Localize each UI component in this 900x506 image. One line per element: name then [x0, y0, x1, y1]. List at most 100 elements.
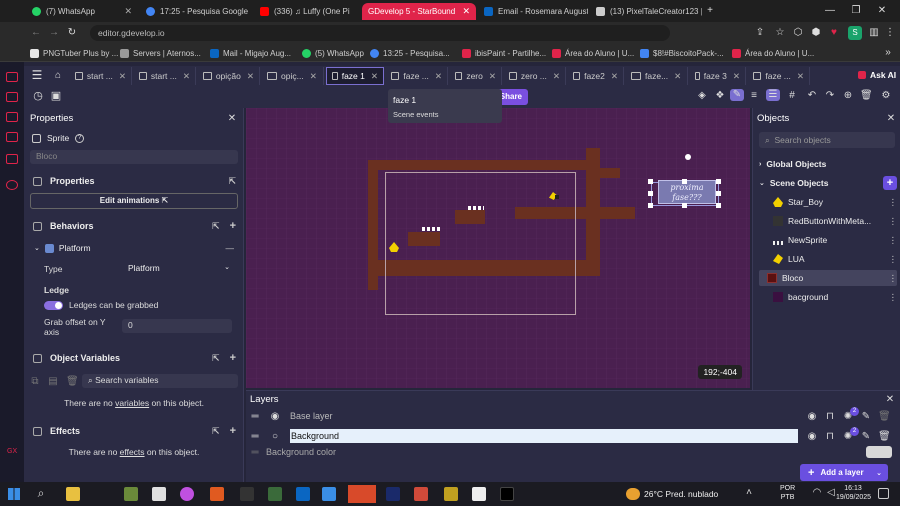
menu-kebab-icon[interactable]: ⋮ [889, 292, 898, 303]
grid-icon[interactable]: # [786, 90, 798, 102]
edit-icon[interactable]: ✎ [860, 411, 872, 423]
chevron-down-icon[interactable]: ⌄ [34, 244, 40, 252]
effects-link[interactable]: effects [120, 447, 145, 457]
tab-zero-events[interactable]: zero ... ✕ [504, 67, 566, 85]
behavior-platform-row[interactable]: ⌄ Platform — [34, 243, 234, 253]
ledge-toggle[interactable] [44, 300, 63, 310]
spike-object[interactable] [468, 206, 484, 210]
browser-tab-youtube[interactable]: (336) ♫ Luffy (One Pi [254, 3, 360, 20]
tab-faze2[interactable]: faze2 ✕ [568, 67, 624, 85]
redo-icon[interactable]: ↷ [824, 90, 836, 102]
drag-handle-icon[interactable]: ═ [250, 411, 260, 423]
close-icon[interactable]: ✕ [458, 6, 470, 17]
resize-handle[interactable] [682, 179, 687, 184]
delete-icon[interactable]: 🗑 [878, 411, 891, 423]
menu-kebab-icon[interactable]: ⋮ [889, 254, 898, 265]
app-icon[interactable] [240, 487, 254, 501]
lock-icon[interactable]: ⊓ [824, 431, 836, 443]
collapse-icon[interactable] [33, 353, 42, 363]
resize-handle[interactable] [682, 203, 687, 208]
app-icon[interactable] [180, 487, 194, 501]
brave-icon[interactable] [210, 487, 224, 501]
volume-icon[interactable]: ◁ [826, 487, 836, 499]
bookmark-item[interactable]: Servers | Aternos... [120, 47, 201, 59]
background-color-row[interactable]: ═ Background color [246, 446, 900, 460]
language-indicator[interactable]: POR PTB [780, 484, 795, 502]
app-icon[interactable] [322, 487, 336, 501]
strip-gx-icon[interactable]: GX [7, 448, 17, 455]
tab-start-2[interactable]: start ... ✕ [134, 67, 196, 85]
ask-ai-button[interactable]: Ask AI [858, 70, 896, 80]
variables-link[interactable]: variables [115, 398, 149, 408]
bookmark-item[interactable]: 13:25 - Pesquisa... [370, 47, 450, 59]
close-icon[interactable]: ✕ [310, 71, 317, 82]
bookmark-item[interactable]: ibisPaint - Partilhe... [462, 47, 546, 59]
behaviors-section-header[interactable]: Behaviors ⇱ + [24, 219, 244, 233]
minimize-icon[interactable]: — [824, 5, 836, 17]
sidebar-icon[interactable]: ▥ [868, 27, 880, 39]
hamburger-menu-icon[interactable]: ☰ [30, 69, 44, 81]
radio-unselected-icon[interactable]: ○ [270, 431, 280, 443]
strip-app-icon[interactable] [6, 92, 18, 102]
resize-handle[interactable] [716, 191, 721, 196]
browser-tab-pixeltale[interactable]: (13) PixelTaleCreator123 | [590, 3, 702, 20]
delete-icon[interactable]: 🗑 [878, 431, 891, 443]
object-3d-icon[interactable]: ◈ [696, 90, 708, 102]
paste-icon[interactable]: ▤ [48, 376, 58, 388]
forward-icon[interactable]: → [48, 27, 60, 39]
add-icon[interactable]: + [230, 352, 236, 364]
tab-faze-1[interactable]: faze 1 ✕ [326, 67, 384, 85]
level-block[interactable] [600, 168, 620, 178]
open-external-icon[interactable]: ⇱ [212, 221, 220, 232]
notifications-icon[interactable] [878, 488, 889, 499]
object-item-bacground[interactable]: bacground ⋮ [759, 289, 897, 305]
visibility-eye-icon[interactable]: ◉ [806, 431, 818, 443]
outlook-icon[interactable] [296, 487, 310, 501]
ledge-toggle-row[interactable]: Ledges can be grabbed [44, 300, 158, 310]
zoom-icon[interactable]: ⊕ [842, 90, 854, 102]
bookmark-item[interactable]: Área do Aluno | U... [552, 47, 634, 59]
search-icon[interactable]: ⌕ [34, 487, 48, 499]
collapse-icon[interactable] [33, 221, 42, 231]
app-icon[interactable] [152, 487, 166, 501]
browser-tab-whatsapp[interactable]: (7) WhatsApp ✕ [26, 3, 138, 20]
open-external-icon[interactable]: ⇱ [228, 176, 236, 187]
object-item-new-sprite[interactable]: NewSprite ⋮ [759, 232, 897, 248]
resize-handle[interactable] [648, 191, 653, 196]
tab-faze2-events[interactable]: faze... ✕ [626, 67, 688, 85]
scene-objects-folder[interactable]: ⌄ Scene Objects + [759, 175, 897, 191]
star-icon[interactable]: ☆ [774, 27, 786, 39]
level-block[interactable] [368, 170, 378, 290]
close-icon[interactable]: ✕ [797, 71, 804, 82]
menu-kebab-icon[interactable]: ⋮ [884, 27, 896, 39]
object-item-lua[interactable]: LUA ⋮ [759, 251, 897, 267]
delete-icon[interactable]: 🗑 [860, 90, 873, 102]
photoshop-icon[interactable] [386, 487, 400, 501]
close-icon[interactable]: ✕ [553, 71, 560, 82]
close-icon[interactable]: ✕ [183, 71, 190, 82]
profile-avatar[interactable]: S [848, 26, 862, 40]
radio-selected-icon[interactable]: ◉ [270, 411, 280, 423]
tab-opicao[interactable]: opição ✕ [198, 67, 260, 85]
layer-name[interactable]: Base layer [290, 411, 333, 421]
app-icon[interactable] [268, 487, 282, 501]
background-color-swatch[interactable] [866, 446, 892, 458]
resize-handle[interactable] [648, 203, 653, 208]
next-level-sign[interactable]: proxima fase??? [658, 180, 716, 204]
more-bookmarks-icon[interactable]: » [882, 47, 894, 59]
preview-icon[interactable]: ◷ [32, 90, 44, 102]
drag-handle-icon[interactable]: ═ [250, 431, 260, 443]
browser-tab-gdevelop[interactable]: GDevelop 5 - StarBound ✕ [362, 3, 476, 20]
document-icon[interactable] [472, 487, 486, 501]
strip-app-icon[interactable] [6, 72, 18, 82]
instances-list-icon[interactable]: ≡ [748, 90, 760, 102]
tab-faze-3-events[interactable]: faze ... ✕ [748, 67, 810, 85]
resize-handle[interactable] [716, 179, 721, 184]
tab-faze-3[interactable]: faze 3 ✕ [690, 67, 746, 85]
minecraft-icon[interactable] [124, 487, 138, 501]
level-block[interactable] [368, 160, 594, 170]
tab-start-1[interactable]: start ... ✕ [70, 67, 132, 85]
open-external-icon[interactable]: ⇱ [212, 353, 220, 364]
taskbar-active-app[interactable] [348, 485, 376, 503]
bookmark-item[interactable]: PNGTuber Plus by ... [30, 47, 118, 59]
